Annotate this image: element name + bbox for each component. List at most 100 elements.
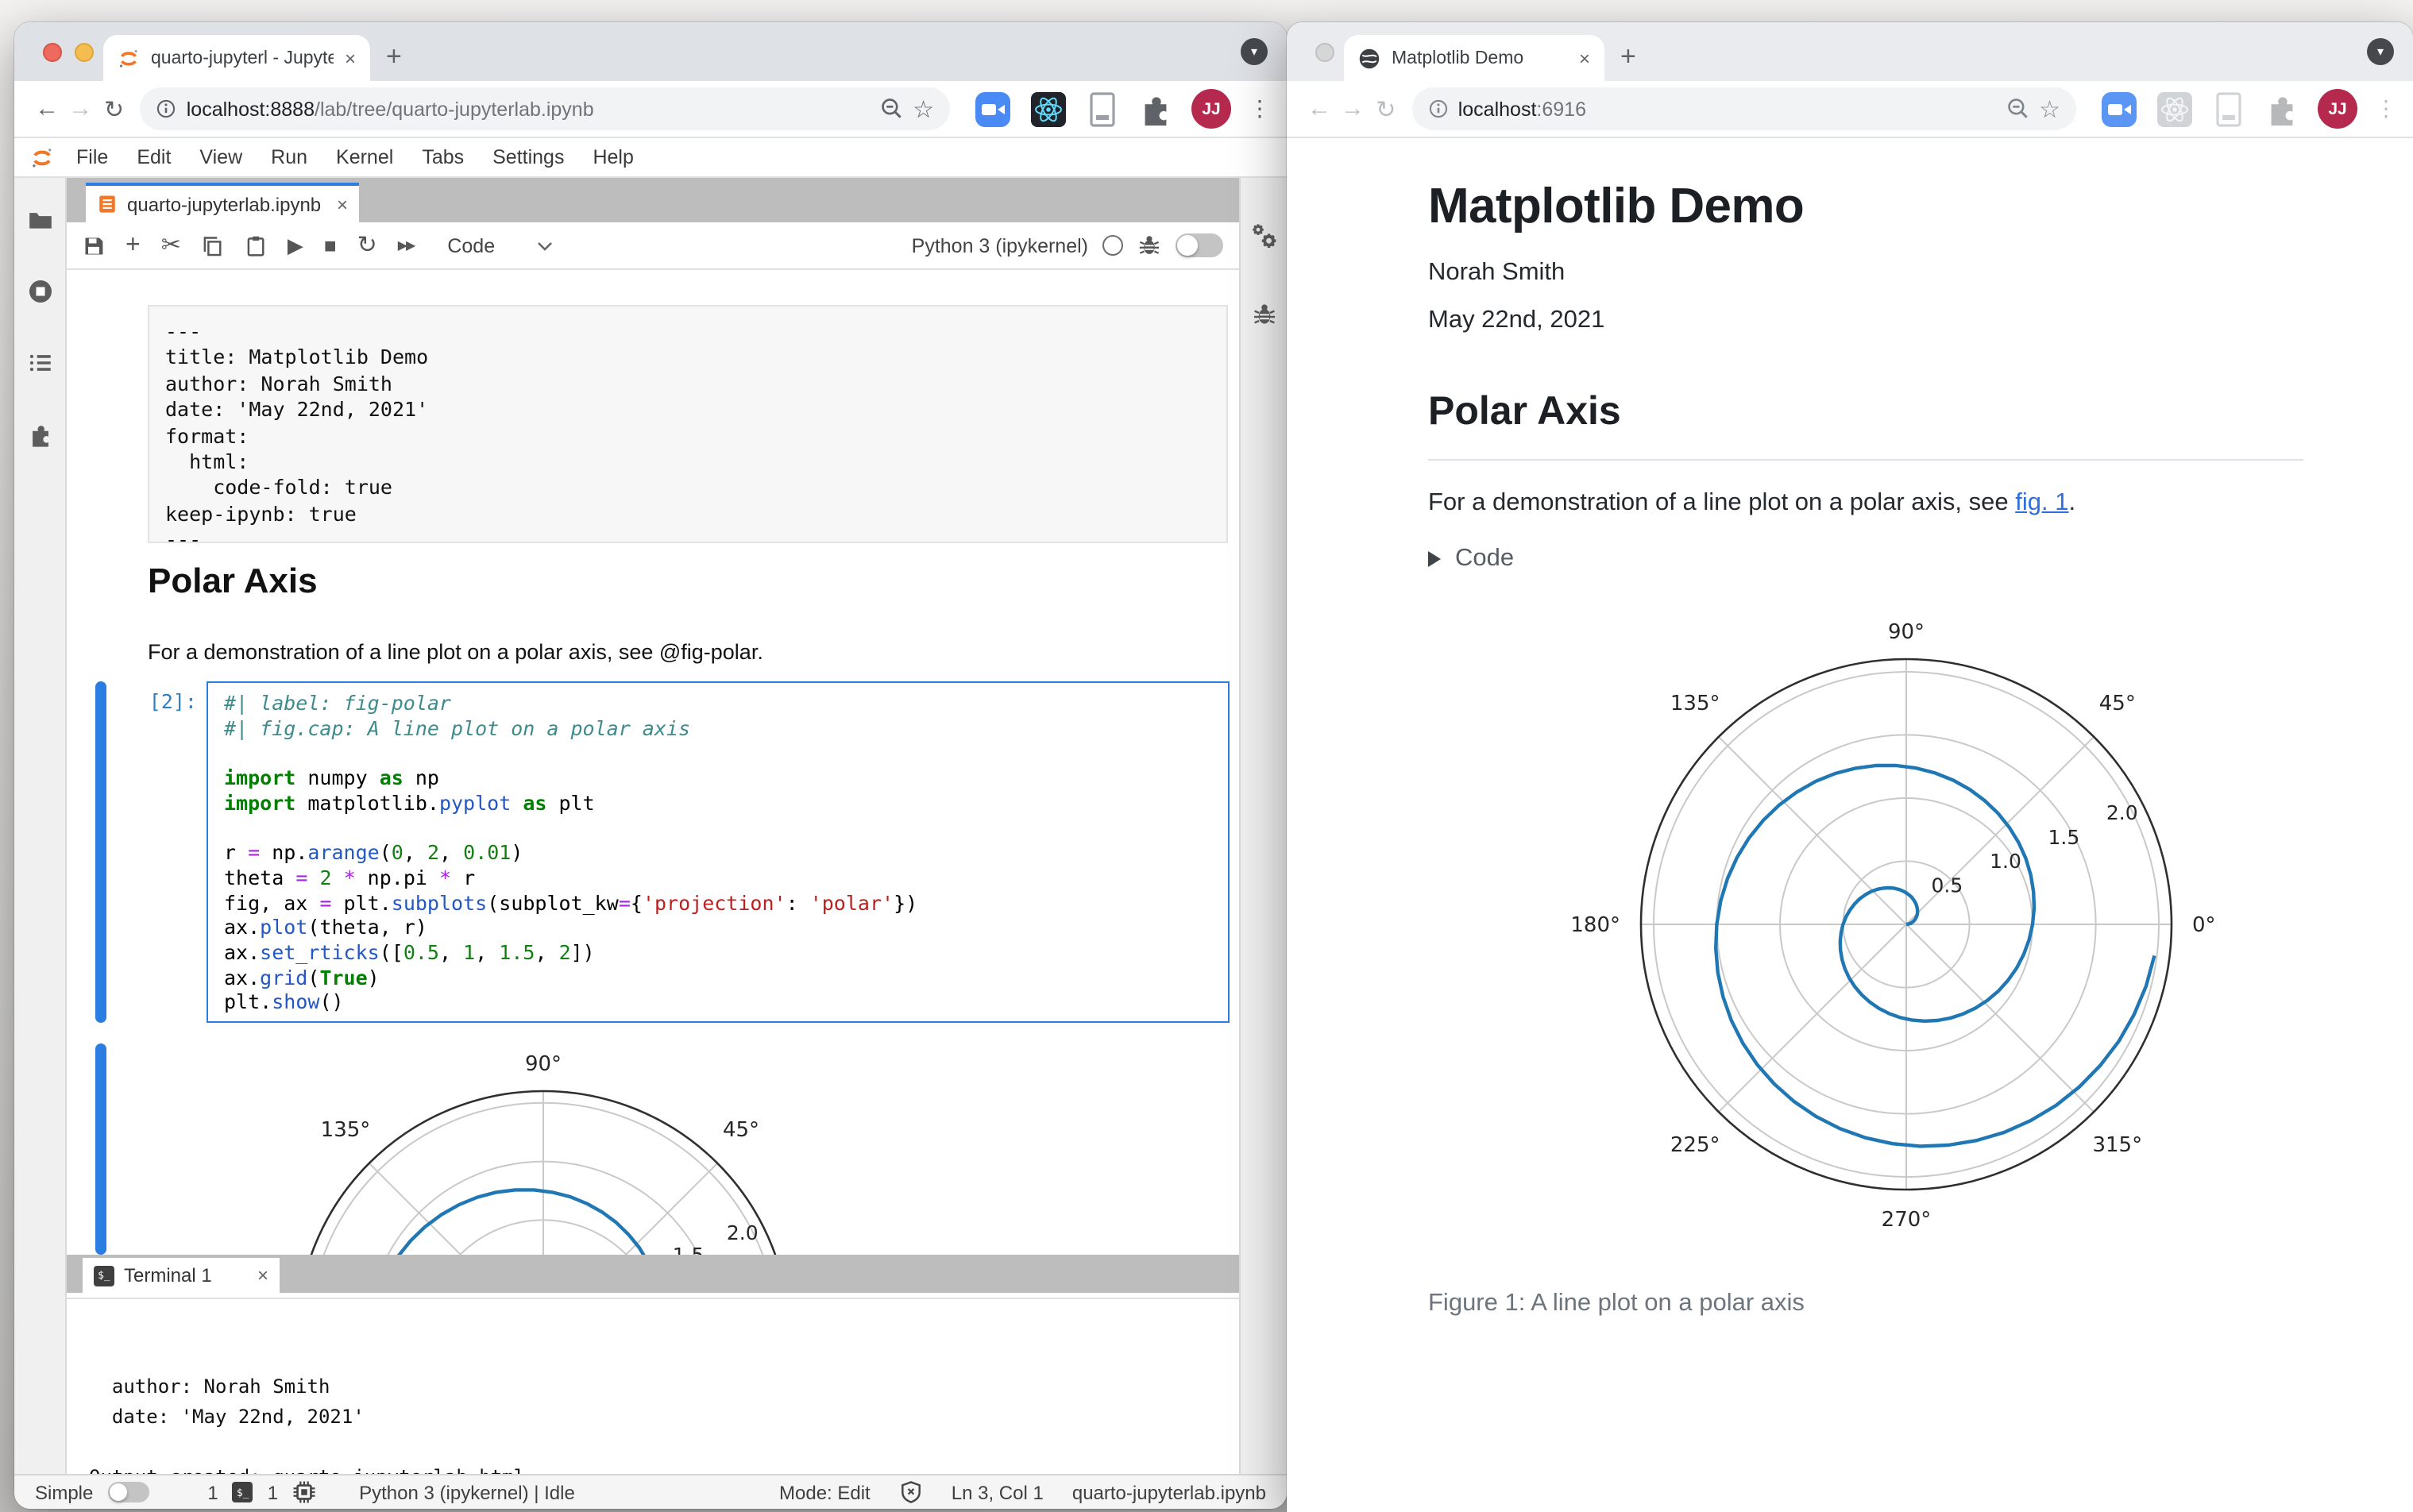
cell-type-dropdown[interactable]: Code	[447, 234, 552, 256]
browser-tab[interactable]: quarto-jupyterl - JupyterLab ×	[103, 35, 370, 81]
statusbar-filename: quarto-jupyterlab.ipynb	[1071, 1481, 1266, 1503]
url-text[interactable]: localhost:6916	[1458, 98, 1996, 120]
extensions-puzzle-icon[interactable]	[2264, 91, 2300, 127]
tab-close-icon[interactable]: ×	[345, 47, 356, 69]
notebook-scroll-area[interactable]: --- title: Matplotlib Demo author: Norah…	[67, 270, 1239, 1255]
close-window-button[interactable]	[1315, 43, 1334, 62]
tab-title: quarto-jupyterl - JupyterLab	[151, 48, 334, 68]
browser-toolbar: ← → ↻ localhost:6916 ☆ JJ ⋮	[1287, 81, 2413, 138]
menu-tabs[interactable]: Tabs	[407, 146, 478, 168]
cursor-position-indicator[interactable]: Ln 3, Col 1	[952, 1481, 1044, 1503]
running-kernels-icon[interactable]	[26, 278, 53, 305]
menu-help[interactable]: Help	[578, 146, 647, 168]
terminal-output[interactable]: author: Norah Smith date: 'May 22nd, 202…	[67, 1298, 1239, 1488]
code-fold-disclosure[interactable]: Code	[1428, 545, 2413, 573]
terminal-count-icon[interactable]: $_	[232, 1482, 253, 1502]
browser-menu-icon[interactable]: ⋮	[2375, 95, 2397, 122]
shield-x-icon[interactable]	[899, 1480, 923, 1504]
interrupt-kernel-icon[interactable]: ■	[324, 235, 337, 256]
copy-cells-icon[interactable]	[202, 234, 224, 256]
close-window-button[interactable]	[43, 43, 62, 62]
back-button[interactable]: ←	[30, 95, 64, 122]
menu-kernel[interactable]: Kernel	[322, 146, 407, 168]
tab-close-icon[interactable]: ×	[1579, 47, 1590, 69]
new-tab-button[interactable]: +	[1620, 41, 1636, 73]
extensions-puzzle-icon[interactable]	[1137, 91, 1174, 127]
tab-search-button[interactable]: ▾	[2367, 38, 2394, 65]
input-collapser[interactable]	[95, 681, 106, 1023]
terminal-tab[interactable]: $_ Terminal 1 ×	[83, 1258, 280, 1293]
menu-file[interactable]: File	[62, 146, 122, 168]
paste-cells-icon[interactable]	[245, 234, 267, 256]
svg-text:0.5: 0.5	[1932, 874, 1963, 897]
back-button[interactable]: ←	[1303, 95, 1336, 122]
terminal-tab-bar: $_ Terminal 1 ×	[67, 1255, 1239, 1293]
address-bar[interactable]: localhost:8888/lab/tree/quarto-jupyterla…	[140, 87, 951, 130]
tab-search-button[interactable]: ▾	[1241, 38, 1268, 65]
menu-settings[interactable]: Settings	[478, 146, 578, 168]
page-author: Norah Smith	[1428, 259, 1566, 286]
document-extension-icon[interactable]	[2211, 90, 2246, 128]
extension-manager-icon[interactable]	[26, 421, 53, 448]
kernel-status-icon[interactable]	[1102, 235, 1123, 256]
browser-toolbar: ← → ↻ localhost:8888/lab/tree/quarto-jup…	[14, 81, 1287, 138]
browser-menu-icon[interactable]: ⋮	[1249, 95, 1271, 122]
restart-run-all-icon[interactable]: ▶▶	[398, 238, 416, 252]
debugger-sidebar-bug-icon[interactable]	[1251, 302, 1276, 327]
document-tab-close-icon[interactable]: ×	[337, 193, 348, 215]
browser-tab-strip[interactable]: quarto-jupyterl - JupyterLab × + ▾	[14, 22, 1287, 81]
menu-run[interactable]: Run	[257, 146, 322, 168]
disclosure-triangle-icon	[1428, 551, 1441, 567]
zoom-extension-icon[interactable]	[2100, 90, 2138, 128]
notebook-document-tab[interactable]: quarto-jupyterlab.ipynb ×	[86, 183, 359, 222]
jupyterlab-status-bar: Simple 1 $_ 1 Python 3 (ipykernel) | Idl…	[14, 1474, 1287, 1509]
zoom-out-icon[interactable]	[2006, 97, 2029, 121]
react-devtools-extension-icon[interactable]	[1029, 90, 1068, 128]
file-browser-icon[interactable]	[26, 206, 53, 233]
kernel-name-button[interactable]: Python 3 (ipykernel)	[912, 234, 1088, 256]
browser-tab[interactable]: Matplotlib Demo ×	[1344, 35, 1604, 81]
save-icon[interactable]	[83, 234, 105, 256]
add-cell-icon[interactable]: +	[125, 232, 141, 258]
section-heading: Polar Axis	[1428, 389, 2303, 461]
cut-cells-icon[interactable]: ✂	[161, 233, 181, 257]
browser-tab-strip[interactable]: Matplotlib Demo × + ▾	[1287, 22, 2413, 81]
react-devtools-extension-icon[interactable]	[2156, 90, 2194, 128]
kernel-chip-icon[interactable]	[292, 1480, 316, 1504]
reload-button[interactable]: ↻	[98, 94, 131, 123]
property-inspector-gears-icon[interactable]	[1249, 222, 1278, 251]
document-tab-label: quarto-jupyterlab.ipynb	[127, 193, 322, 215]
address-bar[interactable]: localhost:6916 ☆	[1411, 87, 2076, 130]
browser-profile-avatar[interactable]: JJ	[2318, 89, 2357, 129]
menu-edit[interactable]: Edit	[122, 146, 185, 168]
bookmark-star-icon[interactable]: ☆	[913, 94, 934, 123]
site-info-icon[interactable]	[1428, 98, 1449, 119]
table-of-contents-icon[interactable]	[26, 349, 53, 376]
run-cell-icon[interactable]: ▶	[288, 235, 303, 256]
output-collapser[interactable]	[95, 1043, 106, 1255]
restart-kernel-icon[interactable]: ↻	[357, 233, 377, 257]
minimize-window-button[interactable]	[75, 43, 94, 62]
forward-button[interactable]: →	[1336, 95, 1369, 122]
kernel-status-text[interactable]: Python 3 (ipykernel) | Idle	[359, 1481, 575, 1503]
figure-1-link[interactable]: fig. 1	[2015, 489, 2068, 516]
zoom-out-icon[interactable]	[879, 97, 903, 121]
zoom-extension-icon[interactable]	[974, 90, 1012, 128]
url-text[interactable]: localhost:8888/lab/tree/quarto-jupyterla…	[187, 98, 870, 120]
reload-button[interactable]: ↻	[1369, 94, 1403, 123]
svg-text:45°: 45°	[2099, 692, 2136, 716]
terminal-tab-close-icon[interactable]: ×	[257, 1264, 268, 1286]
browser-profile-avatar[interactable]: JJ	[1191, 89, 1232, 129]
site-info-icon[interactable]	[156, 98, 177, 119]
document-extension-icon[interactable]	[1085, 90, 1120, 128]
code-cell-editor[interactable]: #| label: fig-polar #| fig.cap: A line pl…	[207, 681, 1230, 1023]
forward-button[interactable]: →	[64, 95, 97, 122]
debugger-bug-icon[interactable]	[1137, 233, 1161, 257]
new-tab-button[interactable]: +	[386, 41, 402, 73]
yaml-raw-cell[interactable]: --- title: Matplotlib Demo author: Norah…	[148, 305, 1228, 552]
bookmark-star-icon[interactable]: ☆	[2039, 94, 2060, 123]
quarto-preview-browser-window: Matplotlib Demo × + ▾ ← → ↻ localhost:69…	[1287, 22, 2413, 1512]
menu-view[interactable]: View	[185, 146, 257, 168]
autosave-toggle[interactable]	[1176, 233, 1223, 257]
simple-mode-toggle[interactable]	[107, 1482, 149, 1502]
